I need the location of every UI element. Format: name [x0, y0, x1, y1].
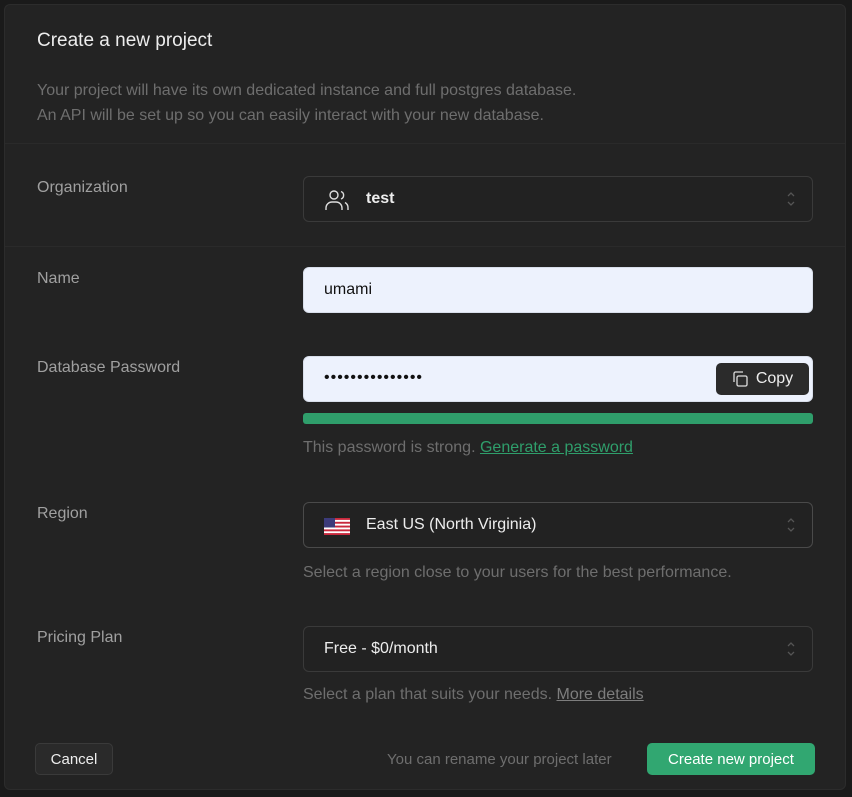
password-hint: This password is strong. Generate a pass… [303, 439, 633, 457]
name-label: Name [37, 270, 80, 287]
password-label: Database Password [37, 359, 181, 376]
organization-select[interactable]: test [303, 176, 813, 222]
copy-button[interactable]: Copy [716, 363, 809, 395]
rename-note: You can rename your project later [387, 751, 612, 768]
region-hint: Select a region close to your users for … [303, 564, 732, 581]
dialog-title: Create a new project [37, 30, 213, 51]
pricing-value: Free - $0/month [324, 640, 438, 657]
more-details-link[interactable]: More details [557, 686, 644, 703]
region-value: East US (North Virginia) [366, 516, 537, 533]
organization-label: Organization [37, 179, 128, 196]
pricing-label: Pricing Plan [37, 629, 123, 646]
copy-icon [733, 371, 748, 387]
us-flag-icon [324, 518, 350, 535]
create-project-dialog: Create a new project Your project will h… [4, 4, 846, 790]
description-line: An API will be set up so you can easily … [37, 107, 544, 124]
users-icon [325, 190, 349, 210]
description-line: Your project will have its own dedicated… [37, 82, 577, 99]
chevron-updown-icon [787, 642, 795, 656]
region-select[interactable]: East US (North Virginia) [303, 502, 813, 548]
chevron-updown-icon [787, 192, 795, 206]
organization-value: test [366, 190, 395, 207]
name-input[interactable]: umami [303, 267, 813, 313]
password-value: ••••••••••••••• [324, 369, 424, 386]
password-input[interactable]: ••••••••••••••• Copy [303, 356, 813, 402]
cancel-button[interactable]: Cancel [35, 743, 113, 775]
strength-text: This password is strong. [303, 439, 476, 456]
region-label: Region [37, 505, 88, 522]
name-value: umami [324, 281, 373, 298]
copy-label: Copy [755, 370, 794, 387]
create-project-button[interactable]: Create new project [647, 743, 815, 775]
dialog-description: Your project will have its own dedicated… [37, 78, 576, 128]
password-strength-bar [303, 413, 813, 424]
generate-password-link[interactable]: Generate a password [480, 439, 633, 456]
pricing-hint-text: Select a plan that suits your needs. [303, 686, 553, 703]
pricing-hint: Select a plan that suits your needs. Mor… [303, 686, 644, 704]
pricing-select[interactable]: Free - $0/month [303, 626, 813, 672]
chevron-updown-icon [787, 518, 795, 532]
divider [5, 246, 845, 247]
divider [5, 143, 845, 144]
